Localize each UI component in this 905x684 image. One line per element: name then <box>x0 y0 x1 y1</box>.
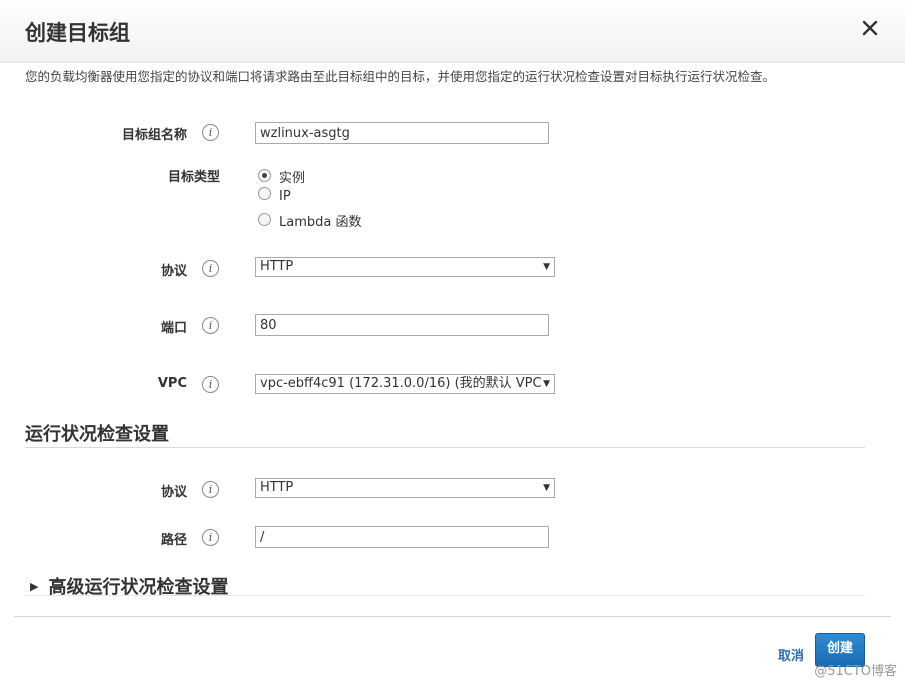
radio-label: Lambda 函数 <box>279 215 362 230</box>
target-group-name-label: 目标组名称 <box>121 128 187 143</box>
protocol-label: 协议 <box>160 264 187 279</box>
vpc-select[interactable]: vpc-ebff4c91 (172.31.0.0/16) (我的默认 VPC ▼ <box>255 374 555 394</box>
info-icon[interactable]: i <box>202 481 219 498</box>
dropdown-arrow-icon: ▼ <box>543 379 550 389</box>
info-icon[interactable]: i <box>202 529 219 546</box>
dropdown-arrow-icon: ▼ <box>543 262 550 272</box>
port-label: 端口 <box>160 321 187 336</box>
radio-label: 实例 <box>279 171 306 186</box>
cancel-button[interactable]: 取消 <box>778 645 804 664</box>
target-type-label: 目标类型 <box>167 170 220 185</box>
info-icon[interactable]: i <box>202 317 219 334</box>
radio-button-checked[interactable] <box>258 169 271 182</box>
radio-lambda[interactable]: Lambda 函数 <box>258 211 361 230</box>
health-path-label: 路径 <box>160 533 187 548</box>
protocol-select-value: HTTP <box>260 259 294 274</box>
radio-button[interactable] <box>258 213 271 226</box>
radio-label: IP <box>279 189 291 204</box>
health-check-section-title: 运行状况检查设置 <box>25 424 169 445</box>
radio-ip[interactable]: IP <box>258 187 291 204</box>
dialog-intro: 您的负载均衡器使用您指定的协议和端口将请求路由至此目标组中的目标，并使用您指定的… <box>25 69 776 84</box>
health-path-input[interactable] <box>255 526 549 548</box>
close-icon[interactable] <box>861 19 879 37</box>
protocol-select[interactable]: HTTP ▼ <box>255 257 555 277</box>
dialog-header: 创建目标组 <box>0 0 905 63</box>
caret-right-icon: ▶ <box>30 579 39 593</box>
radio-instance[interactable]: 实例 <box>258 167 305 186</box>
health-protocol-label: 协议 <box>160 485 187 500</box>
advanced-divider <box>25 595 865 596</box>
dropdown-arrow-icon: ▼ <box>543 483 550 493</box>
info-icon[interactable]: i <box>202 124 219 141</box>
section-divider <box>25 447 865 448</box>
health-protocol-select[interactable]: HTTP ▼ <box>255 478 555 498</box>
watermark: @51CTO博客 <box>814 664 897 679</box>
dialog-title: 创建目标组 <box>25 21 130 45</box>
radio-button[interactable] <box>258 187 271 200</box>
vpc-select-value: vpc-ebff4c91 (172.31.0.0/16) (我的默认 VPC <box>260 376 542 391</box>
port-input[interactable] <box>255 314 549 336</box>
info-icon[interactable]: i <box>202 376 219 393</box>
vpc-label: VPC <box>157 376 187 391</box>
info-icon[interactable]: i <box>202 260 219 277</box>
footer-divider <box>14 616 891 617</box>
health-protocol-select-value: HTTP <box>260 480 294 495</box>
target-group-name-input[interactable] <box>255 122 549 144</box>
